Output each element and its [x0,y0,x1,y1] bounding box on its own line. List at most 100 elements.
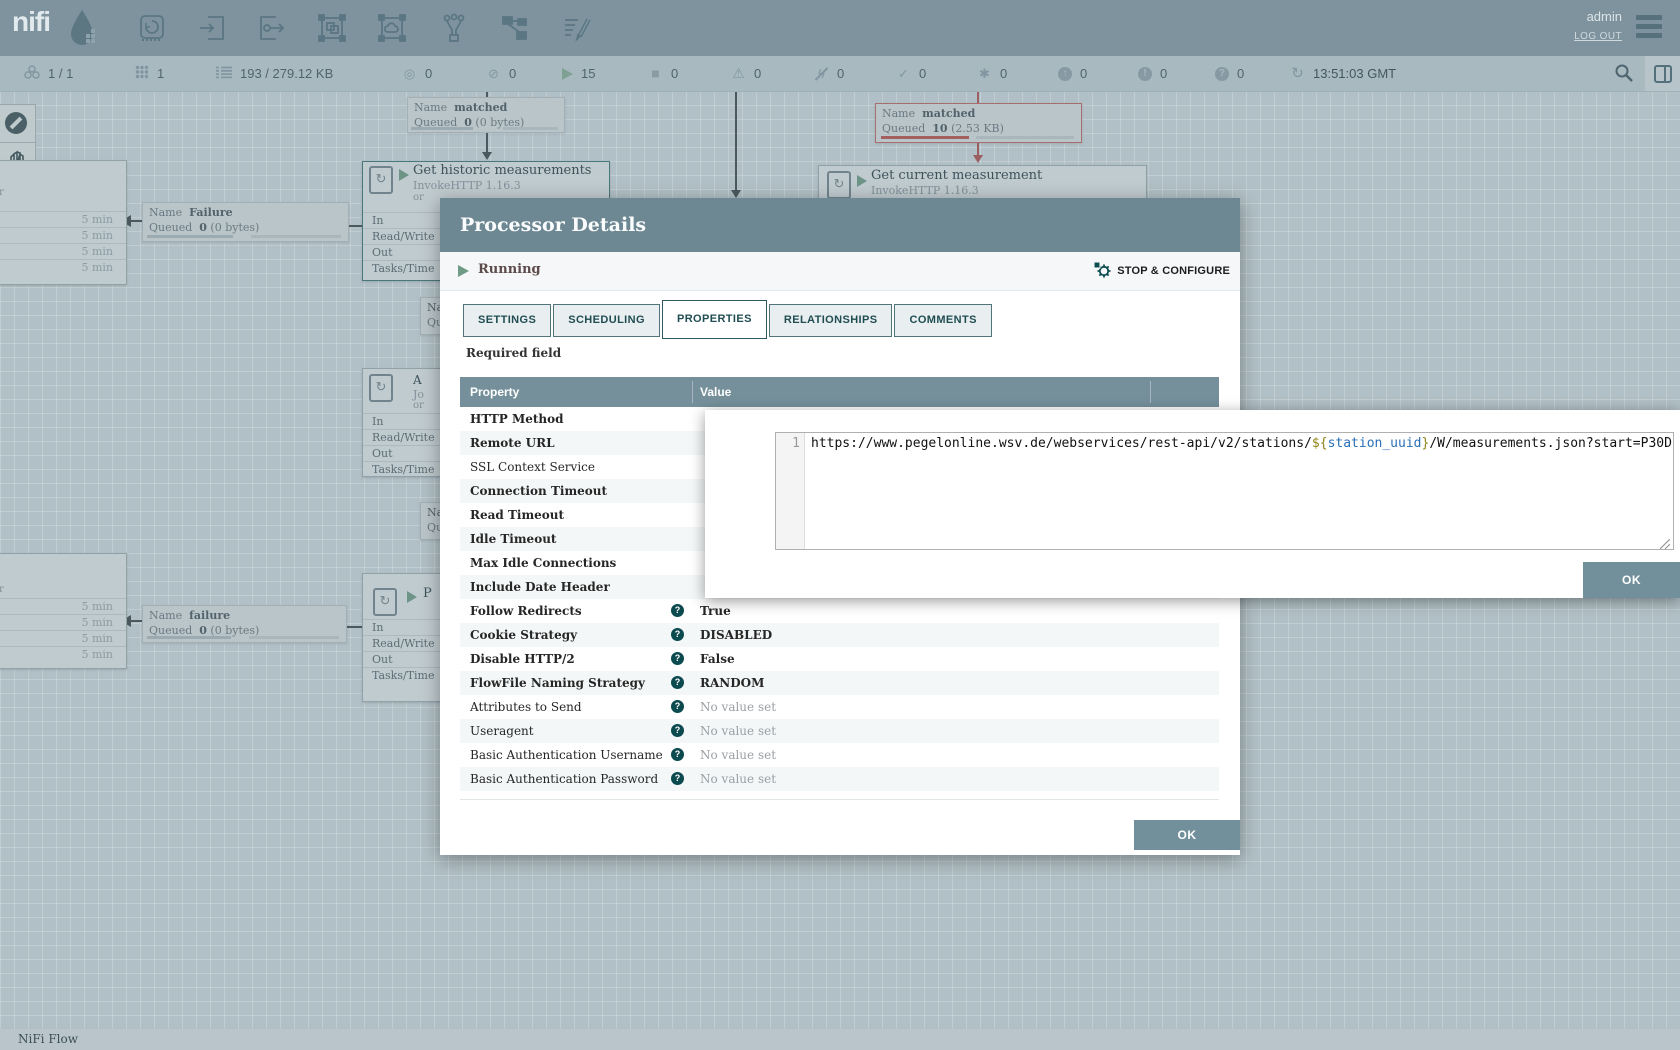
status-stopped: ■ 0 [648,56,678,91]
help-icon[interactable] [671,772,684,785]
property-value[interactable]: No value set [700,767,776,791]
label-name-line: Name matched [882,107,975,120]
editor-code-line[interactable]: https://www.pegelonline.wsv.de/webservic… [805,433,1673,549]
dialog-ok-button[interactable]: OK [1134,820,1240,850]
tab-properties[interactable]: PROPERTIES [662,300,767,339]
property-value[interactable]: No value set [700,743,776,767]
property-row: FlowFile Naming Strategy RANDOM [460,671,1219,696]
queue-bar [251,235,341,238]
el-open-bracket: ${ [1312,436,1328,451]
stat-window: 5 min [81,600,113,613]
help-icon[interactable] [671,748,684,761]
queue-bar-red [881,136,969,139]
header-divider [1150,381,1151,403]
property-value[interactable]: No value set [700,695,776,719]
connection-label-failure[interactable]: Name Failure Queued 0 (0 bytes) [142,202,349,242]
stat-window: 5 min [81,616,113,629]
output-port-tool-icon[interactable] [257,13,287,43]
processor-partial-top-left[interactable]: r 5 min 5 min 5 min 5 min [0,160,127,285]
stat-label: Tasks/Time [372,669,435,682]
remote-process-group-tool-icon[interactable] [377,13,407,43]
nifi-logo: nifi [12,6,50,38]
property-value[interactable]: RANDOM [700,671,764,695]
arrowhead-down-icon [731,190,741,198]
connection-label-matched[interactable]: Name matched Queued 0 (0 bytes) [407,97,565,133]
logout-link[interactable]: LOG OUT [1574,31,1622,42]
property-name: Connection Timeout [470,479,607,503]
search-icon[interactable] [1614,63,1634,88]
table-header: Property Value [460,377,1219,407]
funnel-tool-icon[interactable] [439,13,469,43]
status-threads: 1 [134,56,164,91]
label-name-line: Name matched [414,101,507,114]
label-name-line: Name failure [149,609,230,622]
help-icon[interactable] [671,604,684,617]
stat-label: Tasks/Time [372,463,435,476]
help-icon[interactable] [671,700,684,713]
connection-line [130,620,142,622]
label-tool-icon[interactable] [561,13,591,43]
not-transmitting-icon: ⊘ [486,66,501,81]
breadcrumb[interactable]: NiFi Flow [18,1032,78,1046]
status-refresh[interactable]: ↻ 13:51:03 GMT [1290,56,1396,91]
edge-processor-stub[interactable] [0,104,36,144]
processor-title: Get historic measurements [413,163,591,178]
value-editor-textarea[interactable]: 1 https://www.pegelonline.wsv.de/webserv… [775,432,1674,550]
processor-title-fragment: r [0,187,4,198]
arrowhead-down-icon [482,152,492,160]
processor-partial-bottom-left[interactable]: r 5 min 5 min 5 min 5 min [0,553,127,669]
connection-line [130,220,142,222]
refresh-icon[interactable]: ↻ [1290,66,1305,81]
status-locally-modified-stale: ! 0 [1138,56,1167,91]
tab-comments[interactable]: COMMENTS [894,304,991,337]
property-row: Attributes to SendNo value set [460,695,1219,720]
sync-failure-icon: ? [1215,67,1229,81]
running-play-icon [458,265,469,277]
queue-bar [147,235,233,238]
queue-bar [249,636,339,639]
dialog-header: Processor Details [440,198,1240,252]
connection-label-failure-bottom[interactable]: Name failure Queued 0 (0 bytes) [142,605,347,643]
status-invalid: ⚠ 0 [731,56,761,91]
threads-icon [134,65,149,82]
property-name: Follow Redirects [470,599,582,623]
stop-configure-button[interactable]: STOP & CONFIGURE [1094,260,1230,282]
property-value[interactable]: False [700,647,735,671]
property-value[interactable]: DISABLED [700,623,772,647]
connection-line-red [977,92,979,103]
locally-modified-icon: ✱ [977,66,992,81]
tab-settings[interactable]: SETTINGS [463,304,551,337]
processor-tool-icon[interactable] [137,13,167,43]
running-play-icon [857,175,867,187]
property-value[interactable]: True [700,599,731,623]
resize-handle-icon[interactable] [1660,536,1670,546]
stat-window: 5 min [81,245,113,258]
connection-line [735,92,737,190]
template-tool-icon[interactable] [499,13,529,43]
queue-bar [147,636,231,639]
header-divider [692,381,693,403]
help-icon[interactable] [671,652,684,665]
tab-scheduling[interactable]: SCHEDULING [553,304,660,337]
disabled-icon: ϟ [814,66,829,81]
dialog-status-row: Running STOP & CONFIGURE [440,252,1240,291]
process-group-tool-icon[interactable] [317,13,347,43]
help-icon[interactable] [671,676,684,689]
help-icon[interactable] [671,724,684,737]
input-port-tool-icon[interactable] [197,13,227,43]
required-field-note: Required field [466,346,561,360]
tab-relationships[interactable]: RELATIONSHIPS [769,304,893,337]
editor-ok-button[interactable]: OK [1583,562,1680,598]
property-value[interactable]: No value set [700,719,776,743]
birdseye-toggle[interactable] [1645,56,1680,91]
property-name: Useragent [470,719,534,743]
property-name: FlowFile Naming Strategy [470,671,645,695]
property-name: Cookie Strategy [470,623,577,647]
url-text: https://www.pegelonline.wsv.de/webservic… [811,436,1312,451]
property-name: HTTP Method [470,407,564,431]
connection-label-matched-backpressure[interactable]: Name matched Queued 10 (2.53 KB) [875,103,1082,143]
label-queued-line: Queued 10 (2.53 KB) [882,122,1004,135]
global-menu-icon[interactable] [1636,15,1662,42]
help-icon[interactable] [671,628,684,641]
property-row: Useragent No value set [460,719,1219,744]
